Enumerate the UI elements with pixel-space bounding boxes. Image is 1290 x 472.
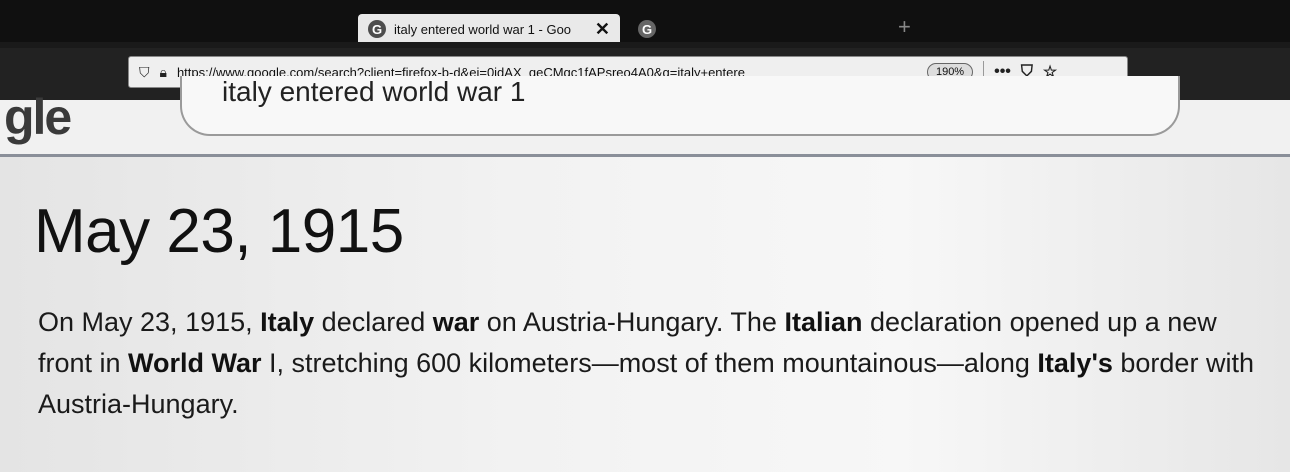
new-tab-icon[interactable]: + [898, 14, 911, 40]
shield-icon[interactable]: ⛉ [139, 64, 150, 81]
highlighted-term: Italian [784, 307, 863, 337]
search-results-page: gle italy entered world war 1 May 23, 19… [0, 76, 1290, 472]
highlighted-term: World War [128, 348, 262, 378]
tab-bar: G italy entered world war 1 - Goo ✕ G + [0, 0, 1290, 44]
google-favicon-icon: G [638, 20, 656, 38]
search-input[interactable]: italy entered world war 1 [180, 76, 1180, 136]
highlighted-term: Italy's [1037, 348, 1113, 378]
google-logo[interactable]: gle [4, 88, 72, 146]
highlighted-term: war [432, 307, 480, 337]
tab-title: italy entered world war 1 - Goo [394, 21, 572, 37]
featured-answer-snippet: On May 23, 1915, Italy declared war on A… [38, 302, 1278, 425]
search-query-text[interactable]: italy entered world war 1 [222, 76, 525, 108]
google-favicon-icon: G [368, 20, 386, 38]
search-header: gle italy entered world war 1 [0, 76, 1290, 157]
featured-answer-title: May 23, 1915 [34, 197, 404, 266]
snippet-text: on Austria-Hungary. The [479, 307, 785, 337]
lock-icon[interactable]: 🔒︎ [160, 64, 167, 81]
snippet-text: declared [314, 307, 433, 337]
close-tab-icon[interactable]: ✕ [595, 19, 610, 40]
second-tab[interactable]: G [630, 16, 900, 42]
active-tab[interactable]: G italy entered world war 1 - Goo ✕ [358, 14, 620, 44]
snippet-text: I, stretching 600 kilometers—most of the… [261, 348, 1038, 378]
snippet-text: On May 23, 1915, [38, 307, 261, 337]
highlighted-term: Italy [260, 307, 315, 337]
